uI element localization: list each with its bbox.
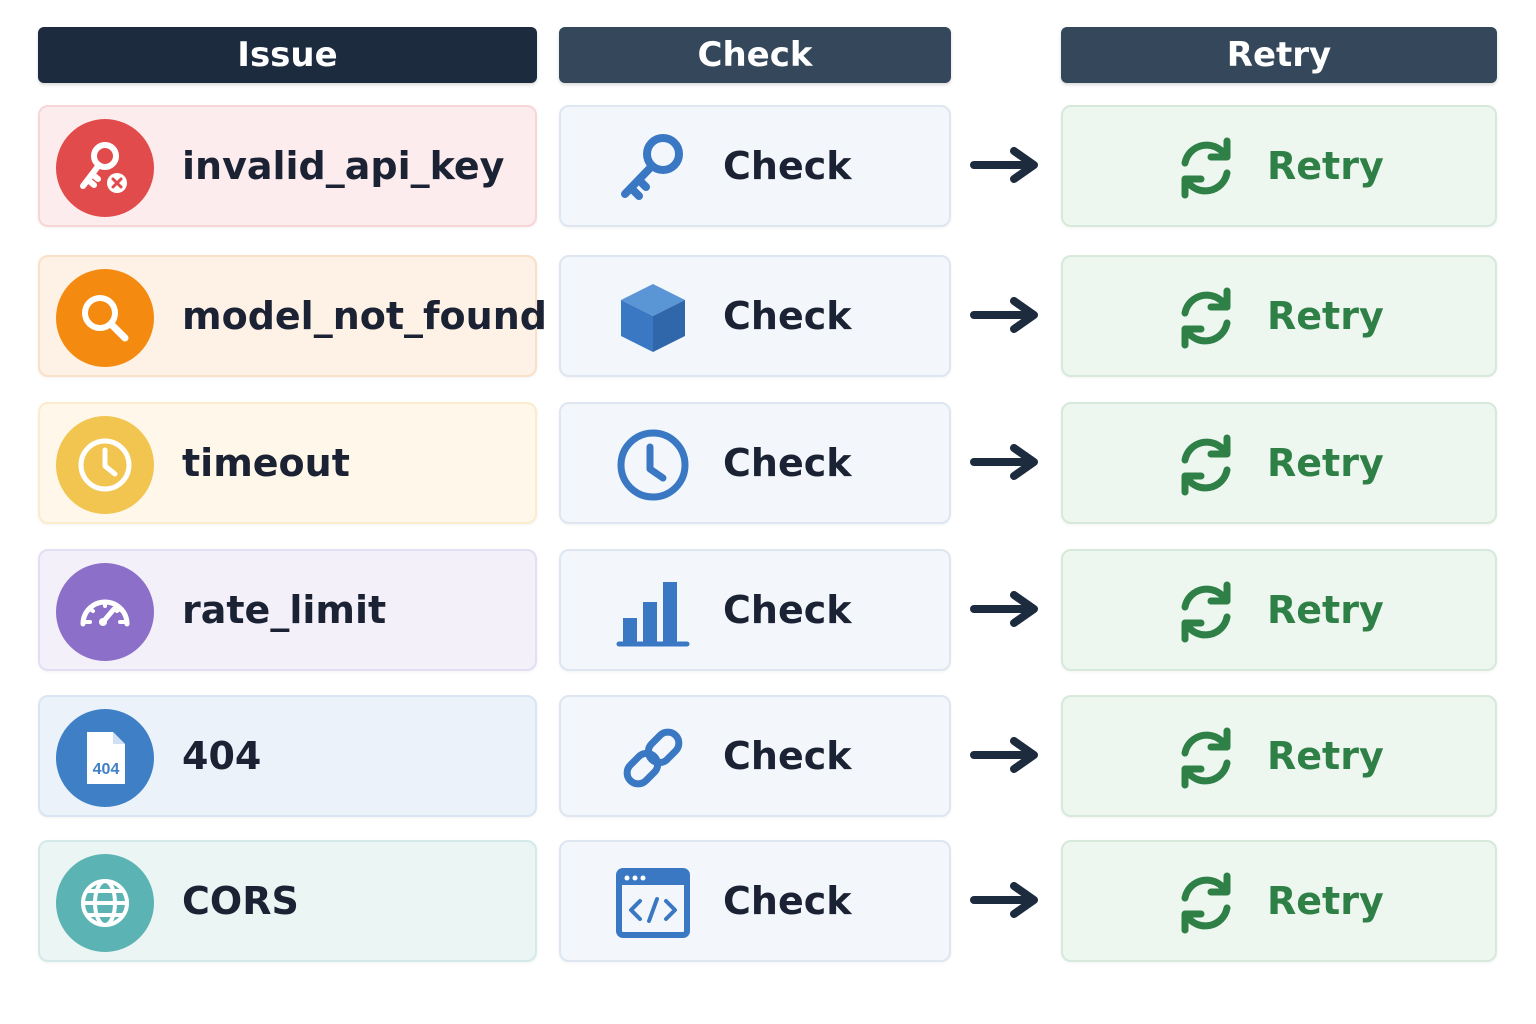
cube-icon [615,280,691,356]
issue-label: 404 [182,734,262,778]
table-row: invalid_api_key Check Retry [0,105,1536,229]
retry-column-header: Retry [1061,27,1497,83]
table-row: 404 404 Check Retry [0,695,1536,819]
table-row: CORS Check Retry [0,840,1536,964]
retry-button[interactable]: Retry [1061,105,1497,227]
arrow-right-icon [970,297,1038,333]
globe-icon [56,854,154,952]
file-404-icon: 404 [56,709,154,807]
retry-button[interactable]: Retry [1061,695,1497,817]
key-icon [615,130,691,206]
refresh-icon [1181,137,1231,199]
check-label: Check [723,879,852,923]
retry-label: Retry [1267,588,1384,632]
refresh-icon [1181,727,1231,789]
retry-button[interactable]: Retry [1061,255,1497,377]
issue-label: model_not_found [182,294,547,338]
refresh-icon [1181,581,1231,643]
check-card[interactable]: Check [559,695,951,817]
retry-label: Retry [1267,294,1384,338]
arrow-right-icon [970,444,1038,480]
check-label: Check [723,144,852,188]
check-column-header: Check [559,27,951,83]
issue-card-404: 404 404 [38,695,537,817]
refresh-icon [1181,434,1231,496]
file-badge-label: 404 [93,761,120,778]
issue-card-cors: CORS [38,840,537,962]
table-row: rate_limit Check Retry [0,549,1536,673]
check-label: Check [723,588,852,632]
arrow-right-icon [970,737,1038,773]
table-row: model_not_found Check Retry [0,255,1536,379]
bar-chart-icon [615,574,691,650]
retry-label: Retry [1267,879,1384,923]
issue-card-timeout: timeout [38,402,537,524]
key-error-icon [56,119,154,217]
check-label: Check [723,294,852,338]
check-card[interactable]: Check [559,549,951,671]
table-row: timeout Check Retry [0,402,1536,526]
link-icon [615,720,691,796]
retry-label: Retry [1267,144,1384,188]
issue-card-rate-limit: rate_limit [38,549,537,671]
gauge-icon [56,563,154,661]
retry-label: Retry [1267,441,1384,485]
refresh-icon [1181,287,1231,349]
search-icon [56,269,154,367]
issue-column-header: Issue [38,27,537,83]
issue-label: CORS [182,879,299,923]
browser-code-icon [615,865,691,941]
arrow-right-icon [970,147,1038,183]
clock-icon [615,427,691,503]
issue-card-model-not-found: model_not_found [38,255,547,377]
issue-label: rate_limit [182,588,387,632]
check-card[interactable]: Check [559,402,951,524]
check-label: Check [723,734,852,778]
issue-label: timeout [182,441,350,485]
check-card[interactable]: Check [559,840,951,962]
retry-button[interactable]: Retry [1061,840,1497,962]
check-card[interactable]: Check [559,255,951,377]
retry-label: Retry [1267,734,1384,778]
issue-card-invalid-api-key: invalid_api_key [38,105,537,227]
check-card[interactable]: Check [559,105,951,227]
check-label: Check [723,441,852,485]
issue-label: invalid_api_key [182,144,505,188]
arrow-right-icon [970,882,1038,918]
retry-button[interactable]: Retry [1061,549,1497,671]
retry-button[interactable]: Retry [1061,402,1497,524]
refresh-icon [1181,872,1231,934]
clock-icon [56,416,154,514]
arrow-right-icon [970,591,1038,627]
